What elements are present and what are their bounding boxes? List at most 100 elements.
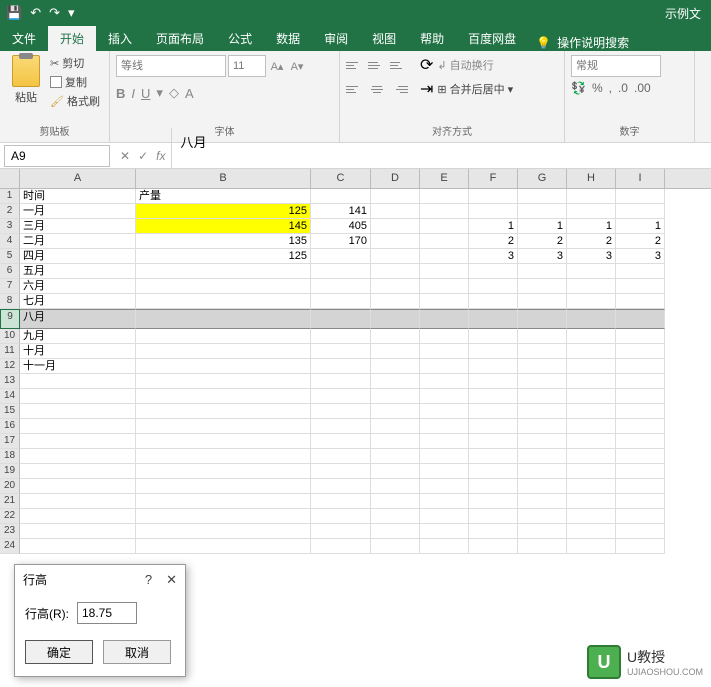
cell-A5[interactable]: 四月 [20, 249, 136, 264]
cell-C5[interactable] [311, 249, 371, 264]
cell-A21[interactable] [20, 494, 136, 509]
col-header-D[interactable]: D [371, 169, 420, 188]
cell-H23[interactable] [567, 524, 616, 539]
cell-I4[interactable]: 2 [616, 234, 665, 249]
row-header-11[interactable]: 11 [0, 344, 20, 359]
cell-F6[interactable] [469, 264, 518, 279]
cell-A17[interactable] [20, 434, 136, 449]
decrease-decimal-button[interactable]: .00 [634, 81, 651, 95]
row-header-24[interactable]: 24 [0, 539, 20, 554]
cell-G15[interactable] [518, 404, 567, 419]
cell-F10[interactable] [469, 329, 518, 344]
cell-E12[interactable] [420, 359, 469, 374]
cell-E17[interactable] [420, 434, 469, 449]
cell-D13[interactable] [371, 374, 420, 389]
cell-C3[interactable]: 405 [311, 219, 371, 234]
cell-G6[interactable] [518, 264, 567, 279]
col-header-I[interactable]: I [616, 169, 665, 188]
row-header-21[interactable]: 21 [0, 494, 20, 509]
col-header-E[interactable]: E [420, 169, 469, 188]
cell-I21[interactable] [616, 494, 665, 509]
cell-E18[interactable] [420, 449, 469, 464]
cell-F13[interactable] [469, 374, 518, 389]
cell-C15[interactable] [311, 404, 371, 419]
cell-G17[interactable] [518, 434, 567, 449]
cell-H7[interactable] [567, 279, 616, 294]
row-header-9[interactable]: 9 [0, 309, 20, 329]
cell-E16[interactable] [420, 419, 469, 434]
cell-H19[interactable] [567, 464, 616, 479]
cell-E9[interactable] [420, 309, 469, 329]
cell-G22[interactable] [518, 509, 567, 524]
row-header-1[interactable]: 1 [0, 189, 20, 204]
cell-A14[interactable] [20, 389, 136, 404]
cell-D6[interactable] [371, 264, 420, 279]
cell-I10[interactable] [616, 329, 665, 344]
cell-I8[interactable] [616, 294, 665, 309]
cell-D3[interactable] [371, 219, 420, 234]
cell-F18[interactable] [469, 449, 518, 464]
cell-F7[interactable] [469, 279, 518, 294]
copy-button[interactable]: 复制 [50, 74, 100, 90]
row-header-6[interactable]: 6 [0, 264, 20, 279]
cell-F9[interactable] [469, 309, 518, 329]
font-size-select[interactable] [228, 55, 266, 77]
cell-E23[interactable] [420, 524, 469, 539]
cell-B24[interactable] [136, 539, 311, 554]
cell-D4[interactable] [371, 234, 420, 249]
cell-B13[interactable] [136, 374, 311, 389]
cancel-button[interactable]: 取消 [103, 640, 171, 664]
cell-H12[interactable] [567, 359, 616, 374]
align-bottom-button[interactable] [390, 57, 408, 73]
cell-A18[interactable] [20, 449, 136, 464]
cell-G14[interactable] [518, 389, 567, 404]
tab-formulas[interactable]: 公式 [216, 26, 264, 51]
grid-body[interactable]: 1时间产量2一月1251413三月14540511114二月1351702222… [0, 189, 711, 554]
cell-H17[interactable] [567, 434, 616, 449]
row-header-3[interactable]: 3 [0, 219, 20, 234]
tab-home[interactable]: 开始 [48, 26, 96, 51]
cell-E21[interactable] [420, 494, 469, 509]
currency-button[interactable]: 💱 [571, 81, 586, 95]
cell-C4[interactable]: 170 [311, 234, 371, 249]
cell-G23[interactable] [518, 524, 567, 539]
border-button[interactable]: ▾ [156, 85, 163, 101]
cell-I3[interactable]: 1 [616, 219, 665, 234]
cell-H21[interactable] [567, 494, 616, 509]
cell-B14[interactable] [136, 389, 311, 404]
cell-I18[interactable] [616, 449, 665, 464]
align-right-button[interactable] [390, 81, 408, 97]
cell-F5[interactable]: 3 [469, 249, 518, 264]
cell-A11[interactable]: 十月 [20, 344, 136, 359]
cell-E4[interactable] [420, 234, 469, 249]
col-header-G[interactable]: G [518, 169, 567, 188]
cell-B16[interactable] [136, 419, 311, 434]
cell-F2[interactable] [469, 204, 518, 219]
accept-formula-icon[interactable]: ✓ [138, 149, 148, 163]
fill-color-button[interactable]: ◇ [169, 85, 179, 101]
row-header-23[interactable]: 23 [0, 524, 20, 539]
cell-B5[interactable]: 125 [136, 249, 311, 264]
tab-insert[interactable]: 插入 [96, 26, 144, 51]
cell-F17[interactable] [469, 434, 518, 449]
row-header-19[interactable]: 19 [0, 464, 20, 479]
cell-F3[interactable]: 1 [469, 219, 518, 234]
tab-view[interactable]: 视图 [360, 26, 408, 51]
cell-F22[interactable] [469, 509, 518, 524]
cell-G12[interactable] [518, 359, 567, 374]
cell-D12[interactable] [371, 359, 420, 374]
row-header-8[interactable]: 8 [0, 294, 20, 309]
cell-H24[interactable] [567, 539, 616, 554]
cell-H20[interactable] [567, 479, 616, 494]
cell-C19[interactable] [311, 464, 371, 479]
cell-E14[interactable] [420, 389, 469, 404]
row-header-10[interactable]: 10 [0, 329, 20, 344]
cell-H5[interactable]: 3 [567, 249, 616, 264]
cell-H10[interactable] [567, 329, 616, 344]
cell-A1[interactable]: 时间 [20, 189, 136, 204]
font-name-select[interactable] [116, 55, 226, 77]
cell-B21[interactable] [136, 494, 311, 509]
cell-C10[interactable] [311, 329, 371, 344]
cell-H2[interactable] [567, 204, 616, 219]
cell-E7[interactable] [420, 279, 469, 294]
